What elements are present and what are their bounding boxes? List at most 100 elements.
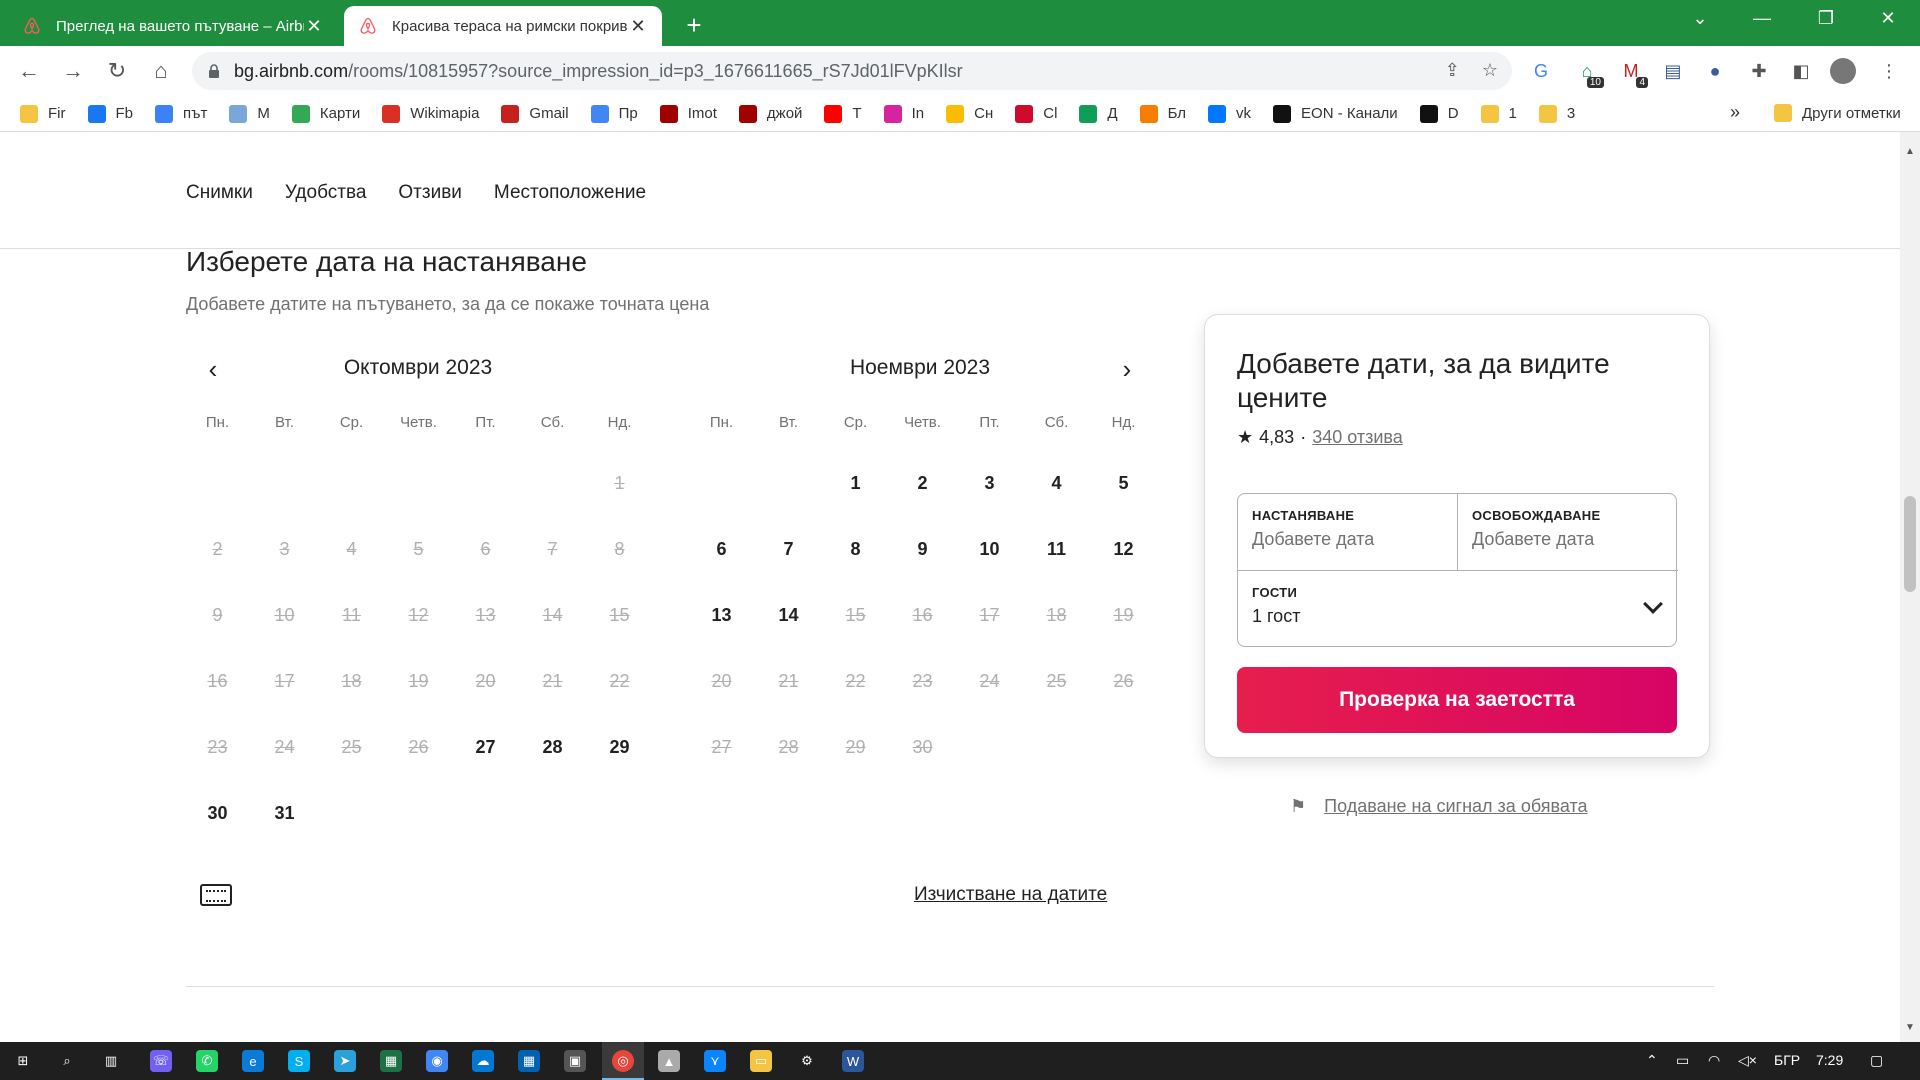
calendar-day-available[interactable]: 14 (755, 582, 822, 648)
skype-icon[interactable]: S (288, 1050, 310, 1072)
calendar-day-available[interactable]: 1 (822, 450, 889, 516)
calendar-day-available[interactable]: 29 (586, 714, 653, 780)
notifications-icon[interactable]: ▢ (1870, 1052, 1883, 1069)
reload-icon[interactable]: ↻ (102, 56, 132, 86)
battery-icon[interactable]: ▭ (1676, 1052, 1689, 1069)
minimize-icon[interactable]: — (1742, 8, 1782, 29)
bookmark-item[interactable]: Cl (1015, 104, 1057, 123)
calendar-day-available[interactable]: 6 (688, 516, 755, 582)
checkout-field[interactable]: ОСВОБОЖДАВАНЕ Добавете дата (1458, 494, 1678, 570)
bookmark-item[interactable]: In (883, 104, 924, 123)
chevron-left-icon[interactable]: ‹ (198, 354, 228, 385)
bookmark-item[interactable]: T (824, 104, 862, 123)
tab-trip-overview[interactable]: Преглед на вашето пътуване – Airbnb ✕ (8, 6, 338, 46)
chrome-icon[interactable]: ◎ (612, 1050, 634, 1072)
calculator-icon[interactable]: ▦ (380, 1050, 402, 1072)
maps-icon[interactable]: ◉ (426, 1050, 448, 1072)
calendar-day-available[interactable]: 8 (822, 516, 889, 582)
bookmark-item[interactable]: 1 (1480, 104, 1517, 123)
side-panel-icon[interactable]: ◧ (1788, 58, 1814, 84)
share-icon[interactable]: ⇪ (1445, 60, 1460, 81)
home-icon[interactable]: ⌂ (146, 56, 176, 86)
bookmark-item[interactable]: EON - Канали (1273, 104, 1398, 123)
home-extension-icon[interactable]: ⌂ 10 (1574, 58, 1604, 88)
bookmark-item[interactable]: джой (738, 104, 802, 123)
calendar-day-available[interactable]: 3 (956, 450, 1023, 516)
bookmark-item[interactable]: Сн (946, 104, 993, 123)
clear-dates-link[interactable]: Изчистване на датите (914, 884, 1107, 906)
translate-icon[interactable]: G (1528, 58, 1554, 84)
cursor-extension-icon[interactable]: ● (1702, 58, 1728, 84)
gmail-extension-icon[interactable]: M4 (1618, 58, 1648, 88)
wifi-icon[interactable]: ◠ (1708, 1052, 1720, 1069)
forward-icon[interactable]: → (58, 56, 88, 86)
clock[interactable]: 7:29 (1816, 1052, 1843, 1068)
telegram-icon[interactable]: ➤ (334, 1050, 356, 1072)
bookmark-item[interactable]: път (155, 104, 207, 123)
bookmark-item[interactable]: Wikimapia (382, 104, 479, 123)
keyboard-icon[interactable] (200, 884, 232, 906)
guests-field[interactable]: ГОСТИ 1 гост (1238, 570, 1678, 648)
new-tab-button[interactable]: + (680, 10, 708, 41)
scroll-thumb[interactable] (1904, 496, 1916, 592)
calendar-day-available[interactable]: 12 (1090, 516, 1157, 582)
menu-icon[interactable]: ⋮ (1876, 58, 1902, 84)
windows-start-icon[interactable]: ⊞ (12, 1050, 34, 1072)
restore-icon[interactable]: ❐ (1806, 8, 1846, 29)
tab-listing[interactable]: Красива тераса на римски покрив ✕ (344, 6, 662, 46)
nav-photos[interactable]: Снимки (186, 182, 253, 204)
nav-reviews[interactable]: Отзиви (398, 182, 462, 204)
calendar-day-available[interactable]: 4 (1023, 450, 1090, 516)
bookmark-item[interactable]: M (229, 104, 270, 123)
check-availability-button[interactable]: Проверка на заетостта (1237, 667, 1677, 733)
volume-icon[interactable]: ◁× (1738, 1052, 1757, 1069)
calendar-day-available[interactable]: 28 (519, 714, 586, 780)
avatar[interactable] (1830, 58, 1856, 84)
report-link[interactable]: Подаване на сигнал за обявата (1324, 796, 1587, 817)
calendar-day-available[interactable]: 2 (889, 450, 956, 516)
calendar-day-available[interactable]: 11 (1023, 516, 1090, 582)
close-icon[interactable]: ✕ (304, 16, 324, 37)
reviews-link[interactable]: 340 отзива (1312, 427, 1403, 448)
viber-icon[interactable]: ☏ (150, 1050, 172, 1072)
chevron-up-icon[interactable]: ⌃ (1646, 1052, 1658, 1069)
close-icon[interactable]: ✕ (628, 16, 648, 37)
calendar-day-available[interactable]: 5 (1090, 450, 1157, 516)
language-indicator[interactable]: БГР (1774, 1052, 1800, 1068)
scroll-down-icon[interactable]: ▼ (1904, 1022, 1916, 1033)
bookmark-item[interactable]: vk (1208, 104, 1251, 123)
bookmark-item[interactable]: Imot (659, 104, 717, 123)
calendar-day-available[interactable]: 30 (184, 780, 251, 846)
checkin-field[interactable]: НАСТАНЯВАНЕ Добавете дата (1238, 494, 1458, 570)
whatsapp-icon[interactable]: ✆ (196, 1050, 218, 1072)
bookmark-item[interactable]: Пр (590, 104, 638, 123)
address-bar[interactable]: bg.airbnb.com/rooms/10815957?source_impr… (192, 52, 1512, 90)
settings-icon[interactable]: ⚙ (796, 1050, 818, 1072)
app-icon[interactable]: ▲ (658, 1050, 680, 1072)
more-bookmarks-icon[interactable]: » (1730, 102, 1740, 123)
file-explorer-icon[interactable]: ▭ (750, 1050, 772, 1072)
calendar-day-available[interactable]: 10 (956, 516, 1023, 582)
calendar-day-available[interactable]: 13 (688, 582, 755, 648)
search-icon[interactable]: ⌕ (56, 1050, 78, 1072)
task-view-icon[interactable]: ▥ (100, 1050, 122, 1072)
bookmark-item[interactable]: Бл (1139, 104, 1186, 123)
close-window-icon[interactable]: ✕ (1868, 8, 1908, 29)
calendar-day-available[interactable]: 31 (251, 780, 318, 846)
bookmark-item[interactable]: Д (1079, 104, 1118, 123)
back-icon[interactable]: ← (14, 56, 44, 86)
onedrive-icon[interactable]: ☁ (472, 1050, 494, 1072)
bookmark-item[interactable]: Карти (291, 104, 360, 123)
nav-amenities[interactable]: Удобства (285, 182, 367, 204)
report-listing[interactable]: ⚑ Подаване на сигнал за обявата (1290, 796, 1588, 817)
app-icon[interactable]: ▣ (564, 1050, 586, 1072)
bookmark-item[interactable]: D (1419, 104, 1459, 123)
app-icon[interactable]: ⋎ (704, 1050, 726, 1072)
scroll-up-icon[interactable]: ▲ (1904, 146, 1916, 157)
extension-icon[interactable]: ▤ (1660, 58, 1686, 84)
calendar-day-available[interactable]: 9 (889, 516, 956, 582)
calendar-icon[interactable]: ▦ (518, 1050, 540, 1072)
bookmark-item[interactable]: Fir (20, 104, 66, 123)
vertical-scrollbar[interactable]: ▲ ▼ (1900, 132, 1920, 1042)
tab-search-icon[interactable]: ⌄ (1680, 8, 1720, 29)
